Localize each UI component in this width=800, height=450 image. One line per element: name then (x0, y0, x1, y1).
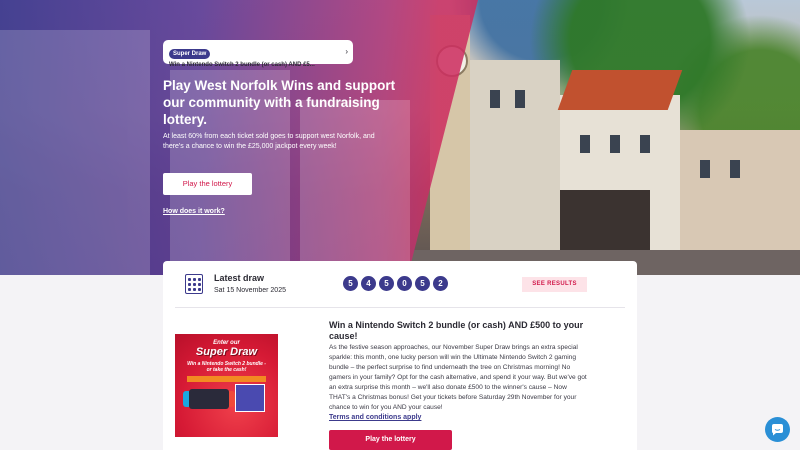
super-draw-banner[interactable]: Super Draw Win a Nintendo Switch 2 bundl… (163, 40, 353, 68)
window-image (640, 135, 650, 153)
hero-title: Play West Norfolk Wins and support our c… (163, 78, 396, 127)
latest-draw-date: Sat 15 November 2025 (214, 287, 286, 294)
window-image (490, 90, 500, 108)
super-draw-text: Win a Nintendo Switch 2 bundle (or cash)… (169, 62, 315, 68)
window-image (700, 160, 710, 178)
draw-numbers: 5 4 5 0 5 2 (343, 276, 448, 291)
draw-number: 0 (397, 276, 412, 291)
draw-number: 4 (361, 276, 376, 291)
promo-image-subtitle: Win a Nintendo Switch 2 bundle - or take… (187, 361, 266, 373)
divider (175, 307, 625, 308)
console-image (183, 389, 235, 409)
draw-number: 5 (415, 276, 430, 291)
super-draw-promo-image: Enter our Super Draw Win a Nintendo Swit… (175, 334, 278, 437)
terms-link[interactable]: Terms and conditions apply (329, 414, 421, 421)
calendar-grid-icon (185, 274, 203, 294)
latest-draw-card: Latest draw Sat 15 November 2025 5 4 5 0… (163, 261, 637, 450)
roof-image (557, 70, 683, 110)
draw-number: 5 (343, 276, 358, 291)
building-image (680, 130, 800, 260)
hero-description: At least 60% from each ticket sold goes … (163, 133, 375, 150)
shopfront-image (560, 190, 650, 250)
promo-image-strip (187, 376, 266, 382)
chat-bubble-icon[interactable] (765, 417, 790, 442)
game-box-image (235, 384, 265, 412)
window-image (730, 160, 740, 178)
play-lottery-button[interactable]: Play the lottery (163, 173, 252, 195)
hero-section: Super Draw Win a Nintendo Switch 2 bundl… (0, 0, 800, 275)
play-lottery-button-card[interactable]: Play the lottery (329, 430, 452, 450)
super-draw-badge: Super Draw (169, 49, 211, 59)
window-image (515, 90, 525, 108)
draw-number: 5 (379, 276, 394, 291)
window-image (610, 135, 620, 153)
draw-number: 2 (433, 276, 448, 291)
see-results-button[interactable]: SEE RESULTS (522, 277, 587, 292)
chevron-right-icon: › (345, 47, 348, 56)
window-image (580, 135, 590, 153)
promo-body: As the festive season approaches, our No… (329, 344, 587, 411)
latest-draw-label: Latest draw (214, 273, 265, 283)
promo-title: Win a Nintendo Switch 2 bundle (or cash)… (329, 320, 584, 341)
how-it-works-link[interactable]: How does it work? (163, 208, 225, 215)
promo-image-title: Super Draw (195, 346, 258, 358)
